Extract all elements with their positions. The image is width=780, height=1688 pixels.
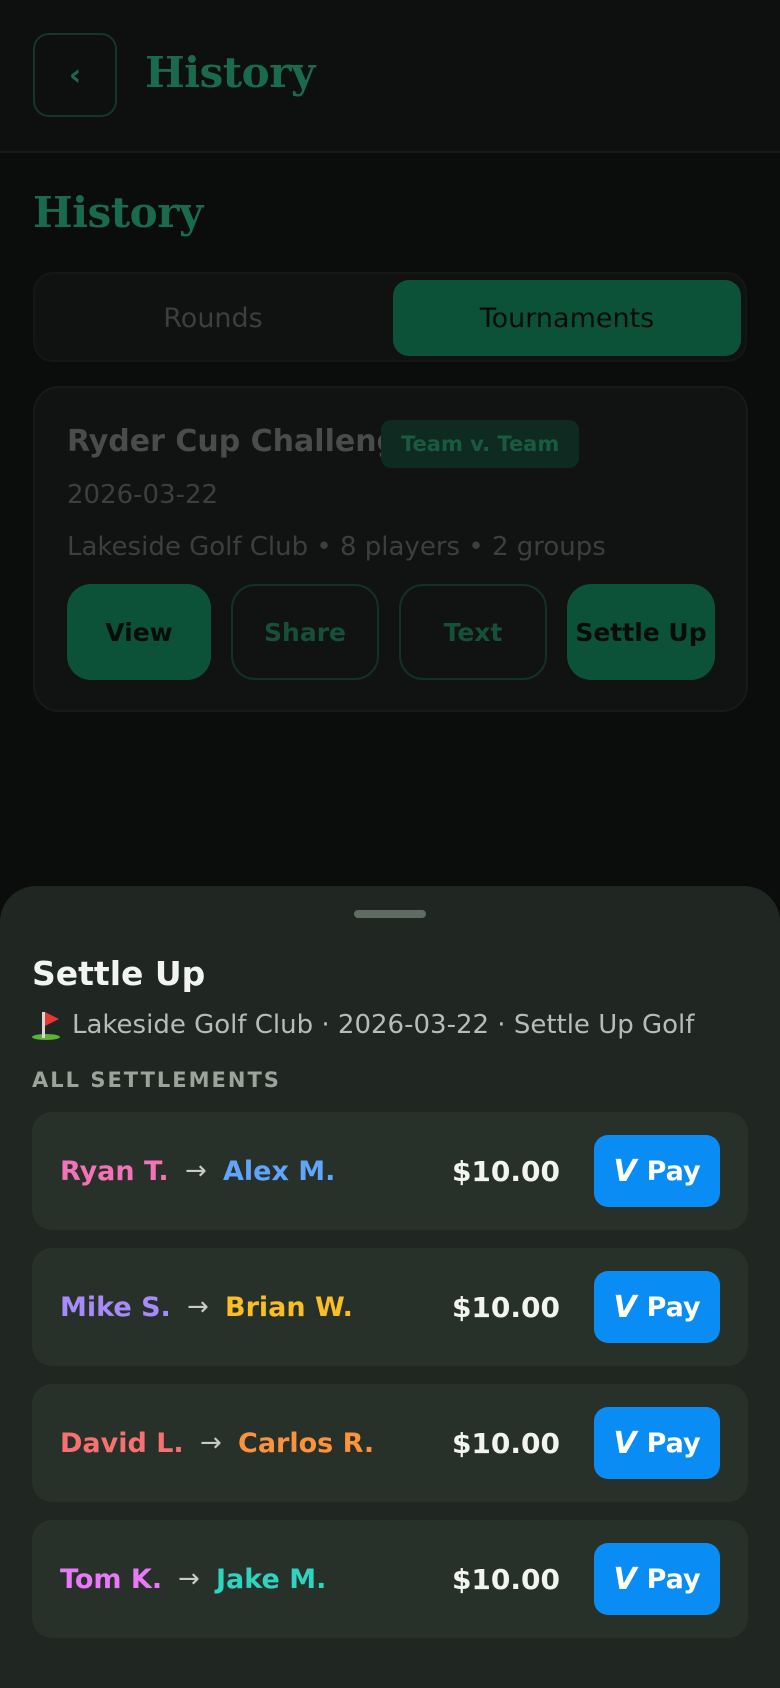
history-tabs: Rounds Tournaments: [33, 272, 747, 362]
chevron-left-icon: ‹: [68, 57, 82, 93]
page-title: History: [33, 188, 203, 237]
share-button[interactable]: Share: [231, 584, 379, 680]
section-label: ALL SETTLEMENTS: [32, 1068, 281, 1092]
sheet-subtitle: Lakeside Golf Club · 2026-03-22 · Settle…: [32, 1010, 694, 1040]
venmo-icon: V: [613, 1561, 637, 1597]
pay-label: Pay: [646, 1155, 701, 1187]
pay-label: Pay: [646, 1291, 701, 1323]
pay-label: Pay: [646, 1427, 701, 1459]
venmo-pay-button[interactable]: V Pay: [594, 1135, 720, 1207]
tab-rounds[interactable]: Rounds: [43, 280, 383, 356]
arrow-right-icon: →: [185, 1156, 207, 1186]
payee-name: Carlos R.: [238, 1427, 375, 1459]
settlement-amount: $10.00: [451, 1154, 560, 1188]
payer-name: Tom K.: [60, 1563, 163, 1595]
settlement-amount: $10.00: [451, 1426, 560, 1460]
tab-tournaments[interactable]: Tournaments: [393, 280, 741, 356]
venmo-pay-button[interactable]: V Pay: [594, 1407, 720, 1479]
payee-name: Brian W.: [225, 1291, 353, 1323]
payer-name: David L.: [60, 1427, 184, 1459]
settlement-amount: $10.00: [451, 1562, 560, 1596]
venmo-icon: V: [613, 1153, 637, 1189]
settlement-row: Mike S. → Brian W. $10.00 V Pay: [32, 1248, 748, 1366]
payee-name: Jake M.: [216, 1563, 327, 1595]
payer-name: Ryan T.: [60, 1155, 169, 1187]
golf-flag-icon: [32, 1010, 60, 1040]
settlement-list: Ryan T. → Alex M. $10.00 V Pay Mike S. →…: [32, 1112, 748, 1656]
back-button[interactable]: ‹: [33, 33, 117, 117]
settlement-row: Ryan T. → Alex M. $10.00 V Pay: [32, 1112, 748, 1230]
venmo-pay-button[interactable]: V Pay: [594, 1543, 720, 1615]
settlement-row: Tom K. → Jake M. $10.00 V Pay: [32, 1520, 748, 1638]
header-title: History: [145, 48, 315, 97]
tournament-title: Ryder Cup Challenge: [67, 424, 419, 459]
venmo-icon: V: [613, 1425, 637, 1461]
top-bar: ‹ History: [0, 0, 780, 153]
settle-up-button[interactable]: Settle Up: [567, 584, 715, 680]
sheet-grabber[interactable]: [354, 910, 426, 918]
settle-up-sheet: Settle Up Lakeside Golf Club · 2026-03-2…: [0, 886, 780, 1688]
tournament-date: 2026-03-22: [67, 480, 219, 510]
arrow-right-icon: →: [178, 1564, 200, 1594]
settlement-row: David L. → Carlos R. $10.00 V Pay: [32, 1384, 748, 1502]
sheet-title: Settle Up: [32, 954, 206, 993]
arrow-right-icon: →: [187, 1292, 209, 1322]
view-button[interactable]: View: [67, 584, 211, 680]
tournament-meta: Lakeside Golf Club • 8 players • 2 group…: [67, 532, 606, 562]
text-button[interactable]: Text: [399, 584, 547, 680]
payer-name: Mike S.: [60, 1291, 171, 1323]
venmo-pay-button[interactable]: V Pay: [594, 1271, 720, 1343]
sheet-subtitle-text: Lakeside Golf Club · 2026-03-22 · Settle…: [72, 1010, 695, 1040]
arrow-right-icon: →: [200, 1428, 222, 1458]
venmo-icon: V: [613, 1289, 637, 1325]
payee-name: Alex M.: [223, 1155, 336, 1187]
format-badge: Team v. Team: [381, 420, 580, 468]
tournament-card: Ryder Cup Challenge Team v. Team 2026-03…: [33, 386, 748, 712]
settlement-amount: $10.00: [451, 1290, 560, 1324]
pay-label: Pay: [646, 1563, 701, 1595]
